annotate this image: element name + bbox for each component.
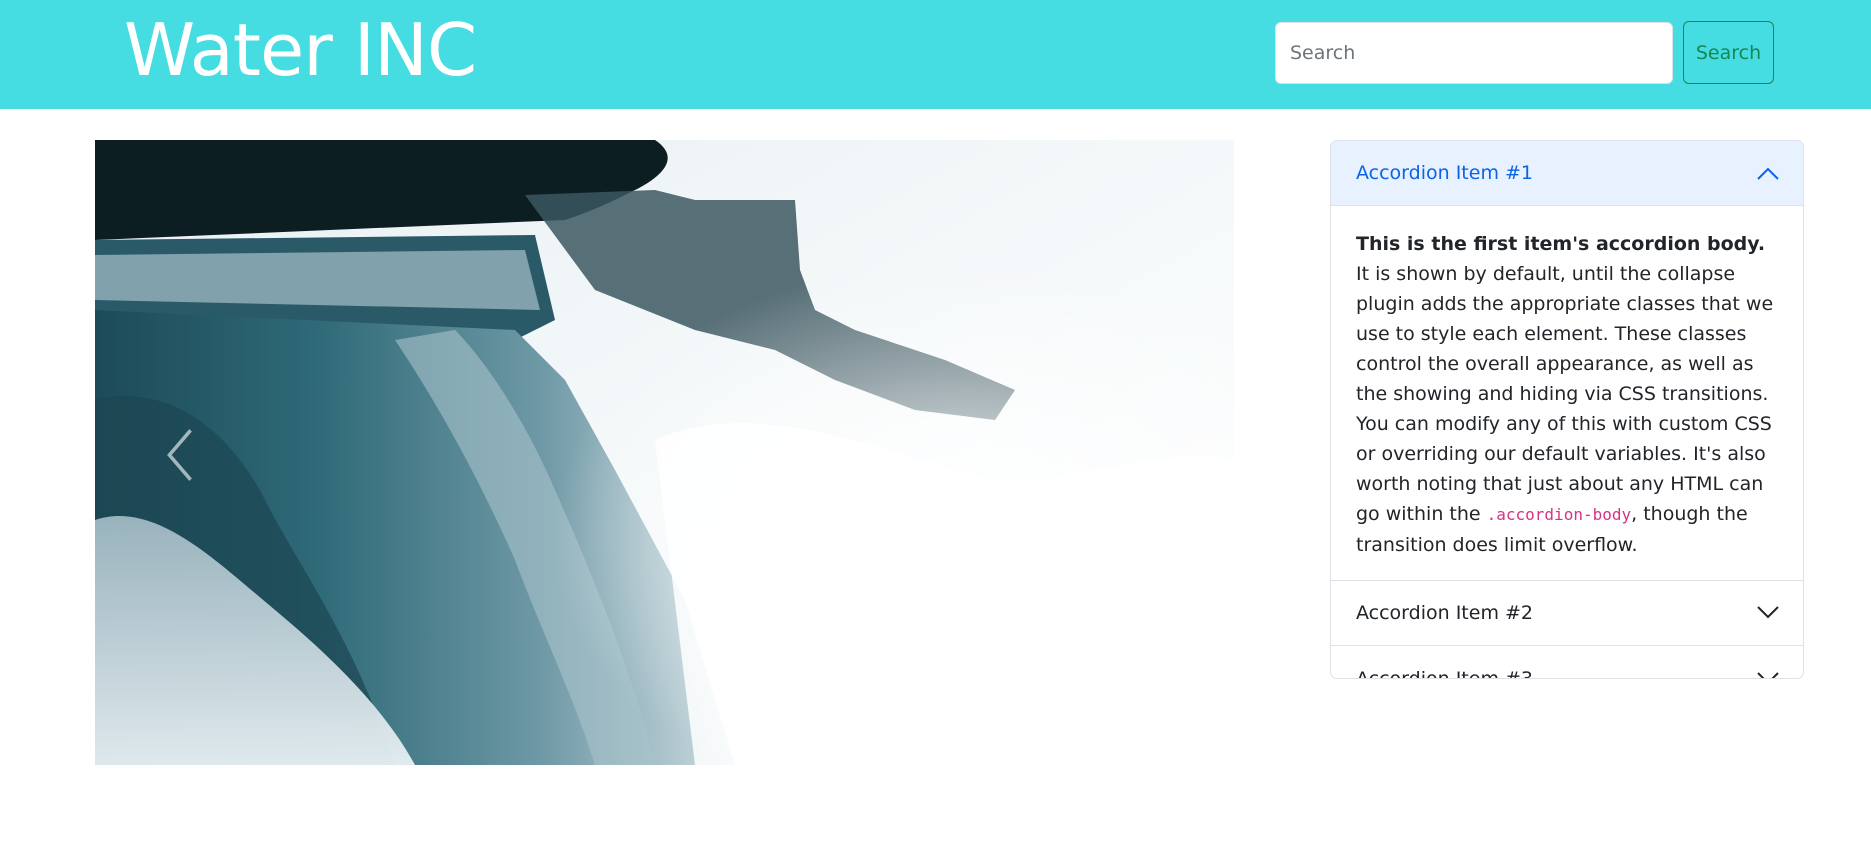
carousel — [95, 140, 1234, 765]
accordion-header-3[interactable]: Accordion Item #3 — [1331, 646, 1803, 679]
search-button[interactable]: Search — [1683, 21, 1774, 84]
search-input[interactable] — [1275, 22, 1673, 84]
accordion: Accordion Item #1 This is the first item… — [1330, 140, 1804, 679]
accordion-title-3: Accordion Item #3 — [1356, 667, 1534, 679]
accordion-title-1: Accordion Item #1 — [1356, 162, 1534, 184]
accordion-body-bold: This is the first item's accordion body. — [1356, 233, 1766, 255]
waterfall-image — [95, 140, 1234, 765]
accordion-header-2[interactable]: Accordion Item #2 — [1331, 581, 1803, 646]
carousel-prev-button[interactable] — [150, 425, 210, 485]
chevron-left-icon — [167, 429, 192, 481]
accordion-body-1: This is the first item's accordion body.… — [1331, 206, 1803, 581]
accordion-body-text: It is shown by default, until the collap… — [1356, 263, 1774, 525]
chevron-up-icon — [1757, 167, 1779, 180]
accordion-body-code: .accordion-body — [1486, 505, 1632, 524]
accordion-title-2: Accordion Item #2 — [1356, 602, 1534, 624]
accordion-header-1[interactable]: Accordion Item #1 — [1331, 141, 1803, 206]
navbar: Water INC Search — [0, 0, 1871, 109]
brand-title[interactable]: Water INC — [124, 0, 477, 104]
chevron-down-icon — [1757, 606, 1779, 619]
chevron-down-icon — [1757, 671, 1779, 678]
